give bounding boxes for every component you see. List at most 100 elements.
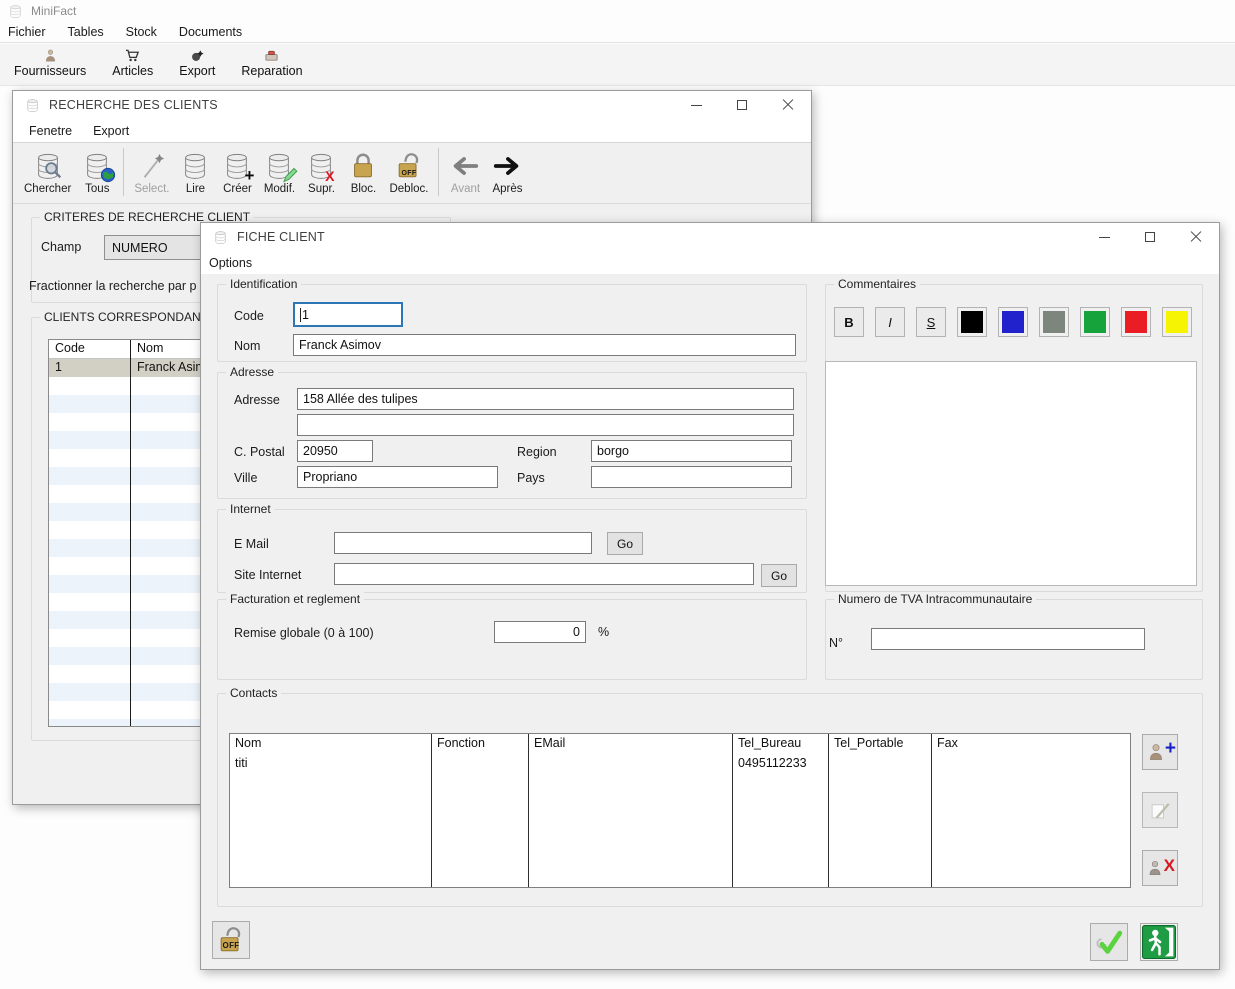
close-button[interactable]	[1173, 223, 1219, 251]
region-label: Region	[517, 445, 557, 459]
desktop: MiniFact Fichier Tables Stock Documents …	[0, 0, 1235, 989]
adresse-input[interactable]: 158 Allée des tulipes	[297, 388, 794, 410]
app-title: MiniFact	[31, 4, 76, 18]
green-swatch	[1084, 311, 1106, 333]
db-pencil-icon	[263, 150, 295, 182]
reparation-button[interactable]: Reparation	[235, 46, 308, 80]
lock-open-off-icon: OFF	[215, 924, 247, 956]
check-icon	[1094, 927, 1124, 957]
email-go-button[interactable]: Go	[607, 532, 643, 555]
maximize-icon	[737, 100, 747, 110]
email-input[interactable]	[334, 532, 592, 554]
close-button[interactable]	[765, 91, 811, 119]
close-icon	[1190, 231, 1202, 243]
contacts-col-email[interactable]: EMail	[529, 734, 733, 754]
contact-row-fax[interactable]	[932, 754, 1130, 772]
menu-documents[interactable]: Documents	[179, 25, 242, 39]
color-yellow-button[interactable]	[1162, 307, 1192, 337]
person-plus-icon: +	[1146, 738, 1174, 766]
unlock-button[interactable]: OFF	[212, 921, 250, 959]
contacts-table[interactable]: Nom Fonction EMail Tel_Bureau Tel_Portab…	[229, 733, 1131, 888]
lock-icon	[347, 150, 379, 182]
articles-button[interactable]: Articles	[106, 46, 159, 80]
nom-label: Nom	[234, 339, 260, 353]
menu-stock[interactable]: Stock	[126, 25, 157, 39]
exit-button[interactable]	[1140, 923, 1178, 961]
color-gray-button[interactable]	[1039, 307, 1069, 337]
contact-row-email[interactable]	[529, 754, 733, 772]
maximize-icon	[1145, 232, 1155, 242]
fournisseurs-button[interactable]: Fournisseurs	[8, 46, 92, 80]
add-contact-button[interactable]: +	[1142, 734, 1178, 770]
text-caret	[300, 308, 301, 322]
contacts-col-tel-portable[interactable]: Tel_Portable	[829, 734, 932, 754]
underline-button[interactable]: S	[916, 307, 946, 337]
code-postal-input[interactable]: 20950	[297, 440, 373, 462]
menu-export-window[interactable]: Export	[93, 124, 129, 138]
maximize-button[interactable]	[719, 91, 765, 119]
adresse-line2-input[interactable]	[297, 414, 794, 436]
region-input[interactable]: borgo	[591, 440, 792, 462]
bloc-button[interactable]: Bloc.	[342, 148, 384, 197]
color-black-button[interactable]	[957, 307, 987, 337]
bold-button[interactable]: B	[834, 307, 864, 337]
remise-input[interactable]: 0	[494, 621, 586, 643]
contacts-group-title: Contacts	[226, 686, 281, 700]
site-go-button[interactable]: Go	[761, 564, 797, 587]
pays-input[interactable]	[591, 466, 792, 488]
tva-input[interactable]	[871, 628, 1145, 650]
contact-row-fonction[interactable]	[432, 754, 529, 772]
color-blue-button[interactable]	[998, 307, 1028, 337]
supr-button[interactable]: X Supr.	[300, 148, 342, 197]
contacts-col-fonction[interactable]: Fonction	[432, 734, 529, 754]
debloc-button[interactable]: OFF Debloc.	[384, 148, 433, 197]
tous-button[interactable]: Tous	[76, 148, 118, 197]
edit-contact-button	[1142, 792, 1178, 828]
remise-label: Remise globale (0 à 100)	[234, 626, 374, 640]
site-internet-input[interactable]	[334, 563, 754, 585]
ville-label: Ville	[234, 471, 257, 485]
minimize-button[interactable]	[1081, 223, 1127, 251]
contacts-col-tel-bureau[interactable]: Tel_Bureau	[733, 734, 829, 754]
minimize-icon	[691, 105, 702, 106]
modif-button[interactable]: Modif.	[258, 148, 300, 197]
db-globe-icon	[81, 150, 113, 182]
lire-button[interactable]: Lire	[174, 148, 216, 197]
menu-options[interactable]: Options	[209, 256, 252, 270]
column-header-nom[interactable]: Nom	[137, 341, 163, 355]
contacts-col-fax[interactable]: Fax	[932, 734, 1130, 754]
toolbox-icon	[264, 48, 279, 63]
apres-button[interactable]: Après	[486, 148, 528, 197]
minimize-button[interactable]	[673, 91, 719, 119]
menu-tables[interactable]: Tables	[68, 25, 104, 39]
avant-button: Avant	[444, 148, 486, 197]
color-red-button[interactable]	[1121, 307, 1151, 337]
contact-row-tel-bureau[interactable]: 0495112233	[733, 754, 829, 772]
contact-row-tel-portable[interactable]	[829, 754, 932, 772]
column-header-code[interactable]: Code	[55, 341, 85, 355]
menu-fenetre[interactable]: Fenetre	[29, 124, 72, 138]
adresse-group-title: Adresse	[226, 365, 278, 379]
color-green-button[interactable]	[1080, 307, 1110, 337]
maximize-button[interactable]	[1127, 223, 1173, 251]
column-divider[interactable]	[130, 340, 131, 726]
ville-input[interactable]: Propriano	[297, 466, 498, 488]
recherche-titlebar[interactable]: RECHERCHE DES CLIENTS	[13, 91, 811, 119]
delete-contact-button[interactable]: X	[1142, 850, 1178, 886]
champ-dropdown-value: NUMERO	[112, 241, 168, 255]
code-input[interactable]: 1	[293, 302, 403, 327]
menu-fichier[interactable]: Fichier	[8, 25, 46, 39]
toolbar-separator	[438, 148, 439, 196]
toolbar-separator	[123, 148, 124, 196]
commentaires-textarea[interactable]	[825, 361, 1197, 586]
creer-button[interactable]: + Créer	[216, 148, 258, 197]
italic-button[interactable]: I	[875, 307, 905, 337]
chercher-button[interactable]: Chercher	[19, 148, 76, 197]
validate-button[interactable]	[1090, 923, 1128, 961]
export-button[interactable]: Export	[173, 46, 221, 80]
fiche-titlebar[interactable]: FICHE CLIENT	[201, 223, 1219, 251]
recherche-menubar: Fenetre Export	[13, 119, 811, 142]
nom-input[interactable]: Franck Asimov	[293, 334, 796, 356]
contacts-col-nom[interactable]: Nom	[230, 734, 432, 754]
contact-row-nom[interactable]: titi	[230, 754, 432, 772]
